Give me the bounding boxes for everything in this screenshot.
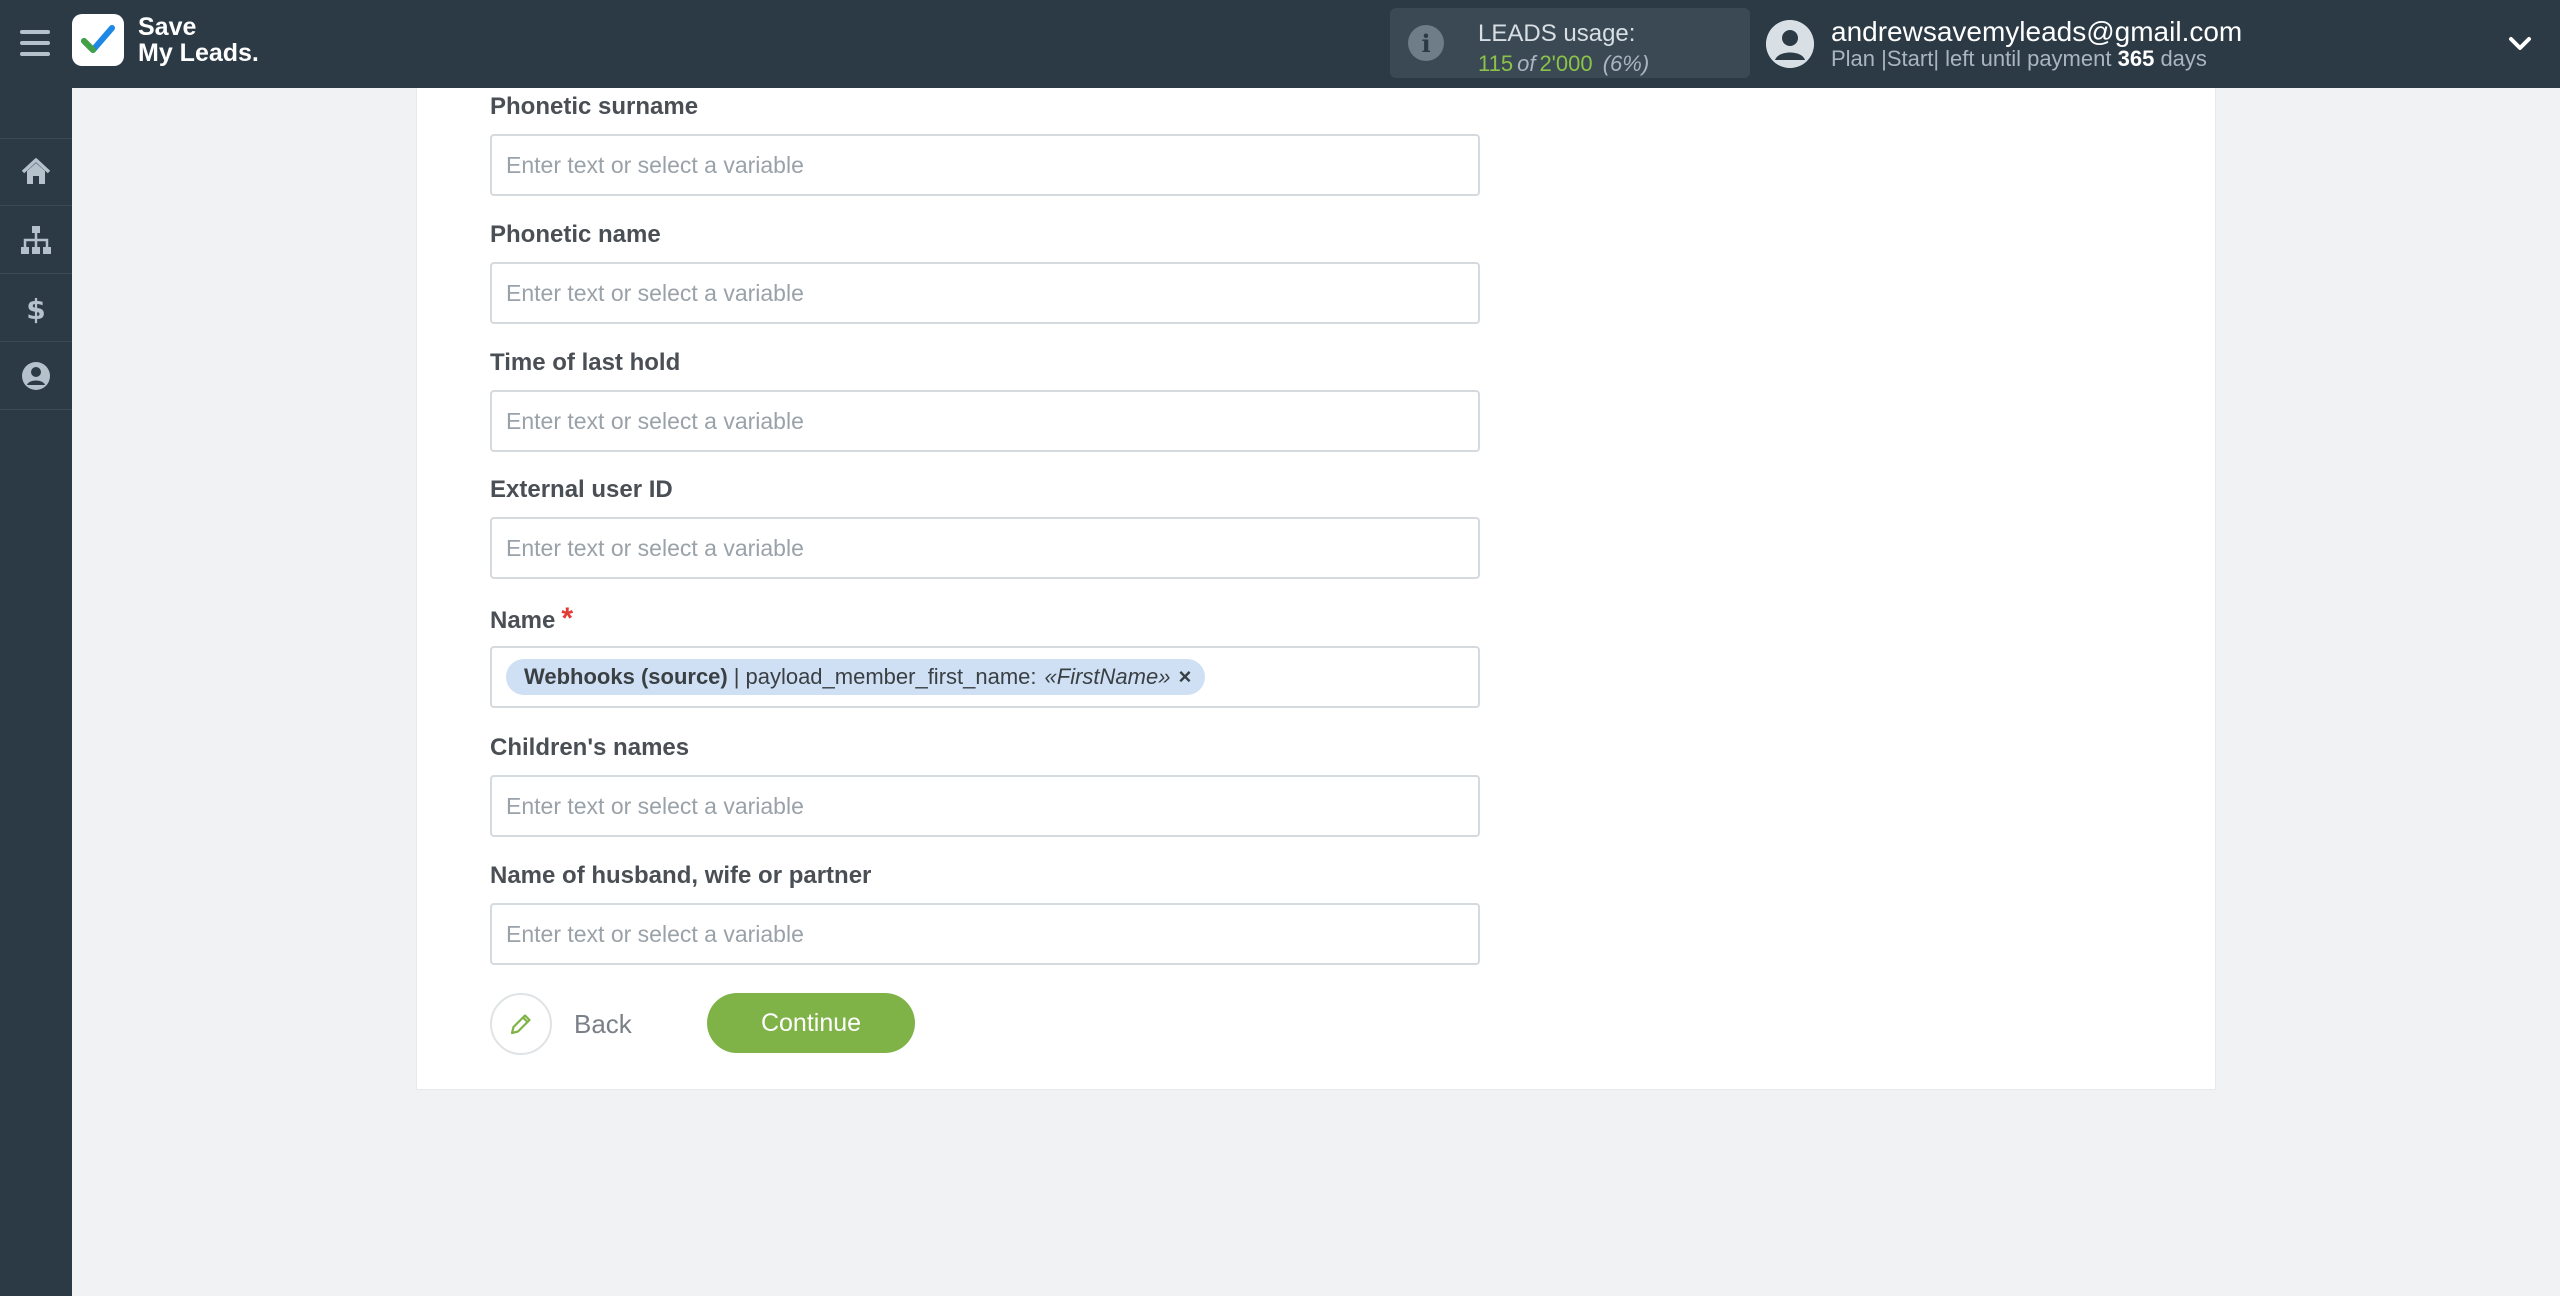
field-label: Children's names — [490, 734, 690, 761]
required-marker: * — [561, 602, 574, 635]
chevron-down-icon[interactable] — [2506, 30, 2534, 58]
pencil-icon — [490, 993, 552, 1055]
sidebar-item-connections[interactable] — [0, 206, 72, 274]
logo-text: Save My Leads. — [138, 13, 259, 67]
sitemap-icon — [21, 225, 51, 254]
field-time-of-last-hold: Time of last hold — [490, 348, 1480, 452]
field-name: Name * Webhooks (source) | payload_member_f… — [490, 604, 1480, 708]
phonetic-surname-input[interactable] — [490, 134, 1480, 196]
field-label: Phonetic name — [490, 221, 661, 248]
hamburger-menu-icon[interactable] — [20, 28, 50, 58]
close-icon[interactable]: × — [1178, 664, 1191, 690]
sidebar-item-account[interactable] — [0, 342, 72, 410]
external-user-id-input[interactable] — [490, 517, 1480, 579]
sidebar: $ — [0, 88, 72, 1296]
childrens-names-input[interactable] — [490, 775, 1480, 837]
field-label: External user ID — [490, 476, 673, 503]
continue-button[interactable]: Continue — [707, 993, 915, 1053]
usage-title: LEADS usage: — [1478, 20, 1636, 47]
account-email: andrewsavemyleads@gmail.com — [1831, 16, 2243, 47]
account-menu[interactable]: andrewsavemyleads@gmail.com Plan |Start|… — [1766, 12, 2556, 76]
logo[interactable]: Save My Leads. — [72, 14, 259, 66]
sidebar-item-billing[interactable]: $ — [0, 274, 72, 342]
field-phonetic-surname: Phonetic surname — [490, 92, 1480, 196]
back-label: Back — [574, 1008, 632, 1039]
back-button[interactable]: Back — [490, 993, 632, 1055]
time-of-last-hold-input[interactable] — [490, 390, 1480, 452]
user-circle-icon — [22, 361, 50, 390]
field-label: Phonetic surname — [490, 93, 699, 120]
name-input[interactable]: Webhooks (source) | payload_member_first_n… — [490, 646, 1480, 708]
svg-text:$: $ — [26, 293, 45, 325]
sidebar-item-home[interactable] — [0, 138, 72, 206]
variable-chip[interactable]: Webhooks (source) | payload_member_first_n… — [506, 659, 1206, 695]
dollar-icon: $ — [26, 293, 45, 325]
home-icon — [21, 158, 51, 184]
field-label: Name of husband, wife or partner — [490, 862, 872, 889]
field-partner-name: Name of husband, wife or partner — [490, 861, 1480, 965]
plan-info: Plan |Start| left until payment 365 days — [1831, 46, 2207, 71]
phonetic-name-input[interactable] — [490, 262, 1480, 324]
field-childrens-names: Children's names — [490, 733, 1480, 837]
field-label: Name * — [490, 602, 574, 635]
top-bar: Save My Leads. i LEADS usage: 115 of 2'000… — [0, 0, 2560, 88]
partner-name-input[interactable] — [490, 903, 1480, 965]
leads-usage-panel: i LEADS usage: 115 of 2'000 (6%) — [1390, 8, 1750, 78]
usage-count: 115 of 2'000 (6%) — [1478, 51, 1650, 76]
info-icon: i — [1408, 25, 1444, 61]
avatar-icon — [1766, 20, 1814, 68]
field-external-user-id: External user ID — [490, 475, 1480, 579]
field-label: Time of last hold — [490, 349, 681, 376]
field-phonetic-name: Phonetic name — [490, 220, 1480, 324]
logo-check-icon — [72, 14, 124, 66]
